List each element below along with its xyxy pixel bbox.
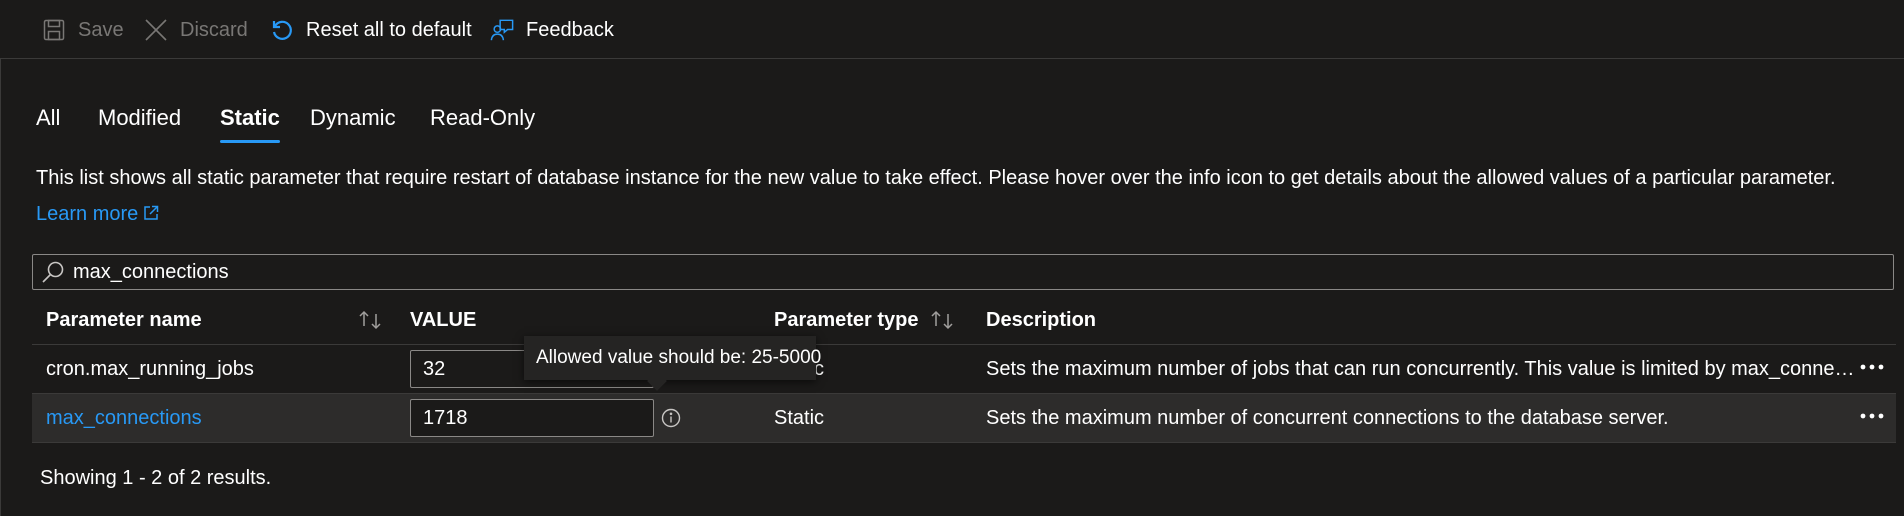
parameter-search-box[interactable] [32, 254, 1894, 290]
table-header: Parameter name VALUE Parameter type Desc… [32, 296, 1896, 345]
parameter-name-cell: max_connections [46, 394, 202, 442]
results-count-text: Showing 1 - 2 of 2 results. [40, 467, 272, 489]
parameter-value-input[interactable] [410, 399, 654, 437]
learn-more-label: Learn more [36, 203, 139, 225]
reset-all-label: Reset all to default [306, 18, 472, 41]
save-label: Save [78, 18, 124, 41]
parameter-type-cell: Static [774, 394, 824, 442]
more-options-icon[interactable] [1858, 355, 1886, 379]
tab-dynamic[interactable]: Dynamic [310, 102, 396, 134]
discard-label: Discard [180, 18, 248, 41]
column-header-parameter-name[interactable]: Parameter name [46, 306, 202, 334]
info-icon[interactable] [660, 407, 682, 429]
parameter-type: Static [774, 406, 825, 429]
tab-read-only[interactable]: Read-Only [430, 102, 535, 134]
static-parameters-description: This list shows all static parameter tha… [36, 160, 1866, 232]
table-row[interactable]: max_connections Static Sets the maximum … [32, 394, 1896, 443]
column-header-parameter-type[interactable]: Parameter type [774, 306, 919, 334]
description-cell: Sets the maximum number of concurrent co… [986, 394, 1858, 442]
tab-label: All [36, 105, 61, 130]
more-options-icon[interactable] [1858, 404, 1886, 428]
tab-static[interactable]: Static [220, 102, 280, 143]
tab-label: Dynamic [310, 105, 396, 130]
allowed-values-tooltip: Allowed value should be: 25-5000 [524, 336, 821, 391]
search-icon [42, 261, 64, 283]
save-button[interactable]: Save [42, 14, 124, 46]
parameter-name-cell: cron.max_running_jobs [46, 345, 254, 393]
command-bar: Save Discard Reset all to default Feedba… [0, 0, 1904, 59]
tab-label: Read-Only [430, 105, 536, 130]
feedback-icon [490, 19, 514, 41]
sort-icon[interactable] [356, 308, 384, 332]
reset-icon [272, 20, 292, 40]
description-cell: Sets the maximum number of jobs that can… [986, 345, 1858, 393]
reset-all-button[interactable]: Reset all to default [270, 14, 472, 46]
tab-underline [220, 140, 280, 143]
results-count: Showing 1 - 2 of 2 results. [40, 464, 271, 492]
parameter-name: cron.max_running_jobs [46, 357, 254, 380]
save-icon [43, 19, 65, 41]
tab-label: Modified [98, 105, 182, 130]
column-header-value: VALUE [410, 309, 477, 331]
parameter-name-link[interactable]: max_connections [46, 407, 202, 430]
parameter-description: Sets the maximum number of concurrent co… [986, 407, 1669, 429]
sort-icon[interactable] [928, 308, 956, 332]
feedback-label: Feedback [526, 18, 614, 41]
tooltip-text: Allowed value should be: 25-5000 [536, 347, 822, 368]
tab-label: Static [220, 105, 280, 130]
feedback-button[interactable]: Feedback [490, 14, 614, 46]
discard-button[interactable]: Discard [144, 14, 248, 46]
learn-more-link[interactable]: Learn more [36, 203, 160, 225]
search-input[interactable] [73, 260, 1773, 284]
tab-all[interactable]: All [36, 102, 60, 134]
column-header-description: Description [986, 309, 1097, 331]
tab-modified[interactable]: Modified [98, 102, 181, 134]
table-row[interactable]: cron.max_running_jobs Static Sets the ma… [32, 345, 1896, 394]
close-icon [145, 19, 167, 41]
panel-left-border [0, 58, 1, 516]
external-link-icon [144, 205, 159, 220]
parameter-description: Sets the maximum number of jobs that can… [986, 358, 1858, 380]
description-text: This list shows all static parameter tha… [36, 167, 1836, 189]
